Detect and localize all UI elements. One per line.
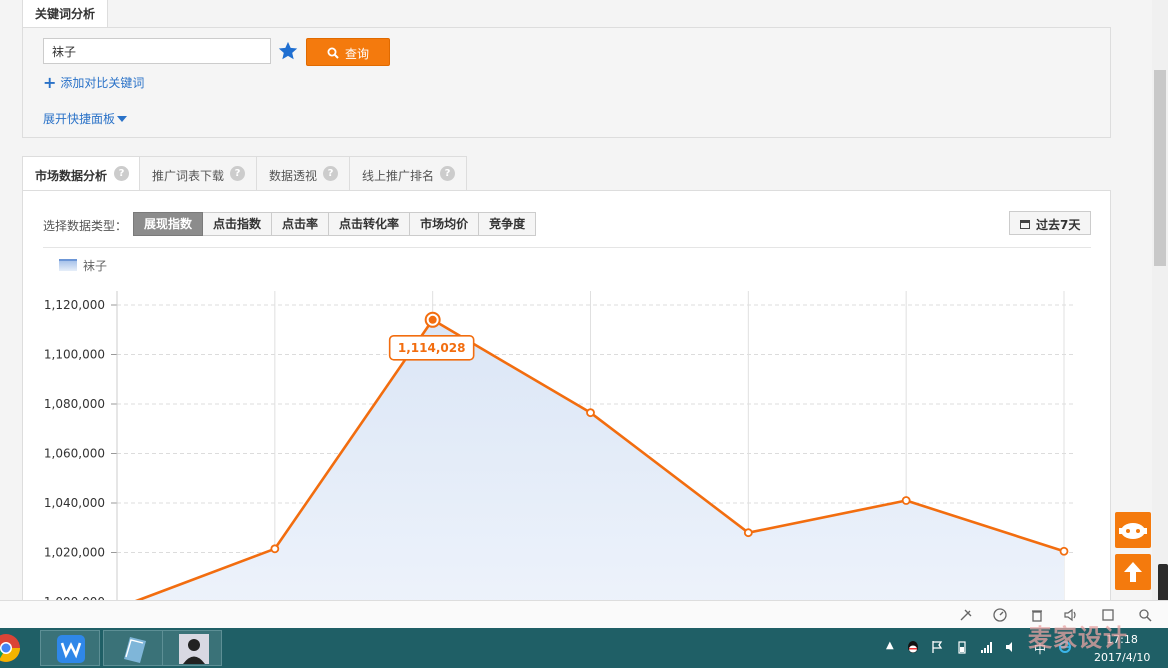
add-compare-label: 添加对比关键词 [60,76,145,90]
data-point [743,528,753,538]
back-to-top-button[interactable] [1115,554,1151,590]
tab-market-data[interactable]: 市场数据分析? [22,156,140,192]
tab-label: 市场数据分析 [35,169,108,183]
speaker-icon[interactable] [1004,640,1018,654]
scrollbar-thumb[interactable] [1154,70,1166,266]
tab-label: 线上推广排名 [362,169,435,183]
help-icon[interactable]: ? [440,166,455,181]
tab-keyword-analysis[interactable]: 关键词分析 [22,0,108,28]
star-icon[interactable] [277,40,299,62]
signal-icon[interactable] [980,640,994,654]
speed-icon[interactable] [992,607,1008,623]
y-tick-label: 1,060,000 [44,447,105,461]
impression-chart: 1,120,000 1,100,000 1,080,000 1,060,000 1,04… [44,291,1075,611]
y-tick-label: 1,080,000 [44,397,105,411]
market-data-panel: 选择数据类型： 展现指数 点击指数 点击率 点击转化率 市场均价 竞争度 过去7… [22,190,1111,611]
y-tick-label: 1,120,000 [44,298,105,312]
search-panel: 查询 +添加对比关键词 展开快捷面板 [22,27,1111,138]
caret-down-icon [117,116,128,122]
taskbar-wps-app[interactable] [40,630,100,666]
pin-icon[interactable] [958,607,974,623]
zoom-icon[interactable] [1137,607,1153,623]
help-icon[interactable]: ? [230,166,245,181]
qq-icon[interactable] [906,640,920,654]
tooltip-value: 1,114,028 [398,341,466,355]
flag-icon[interactable] [930,640,944,654]
chat-robot-icon [1119,523,1147,539]
windows-taskbar: ▲ 中 [0,628,1168,668]
tab-keyword-analysis-label: 关键词分析 [35,7,96,21]
notepad-icon [124,637,146,663]
keyword-input[interactable] [43,38,271,64]
tab-keyword-download[interactable]: 推广词表下载? [139,156,257,191]
add-compare-keyword-link[interactable]: + 添加对比关键词 [43,73,144,92]
tab-data-pivot[interactable]: 数据透视? [256,156,350,191]
expand-quick-panel-link[interactable]: 展开快捷面板 [43,110,128,127]
data-point [1059,546,1069,556]
taskbar-notepad-app[interactable] [103,630,163,666]
data-point [901,496,911,505]
y-tick-label: 1,020,000 [44,546,105,560]
expand-panel-label: 展开快捷面板 [43,112,116,126]
data-point [586,408,595,418]
arrow-up-icon [1124,562,1142,582]
y-tick-label: 1,040,000 [44,496,105,510]
battery-icon[interactable] [955,640,969,654]
y-tick-label: 1,100,000 [44,348,105,362]
tab-label: 推广词表下载 [152,169,225,183]
wps-icon [57,635,85,663]
chrome-icon[interactable] [0,632,22,664]
watermark: 麦家设计 [1028,624,1128,652]
tab-online-ranking[interactable]: 线上推广排名? [349,156,467,191]
query-button-label: 查询 [345,47,370,61]
avatar-icon [179,634,209,664]
customer-service-button[interactable] [1115,512,1151,548]
taskbar-media-app[interactable] [162,630,222,666]
help-icon[interactable]: ? [114,166,129,181]
plus-icon: + [43,73,57,92]
browser-status-bar [0,600,1168,628]
tray-expand-icon[interactable]: ▲ [886,640,900,654]
data-point-highlight-core [428,315,437,324]
search-icon [327,47,339,59]
query-button[interactable]: 查询 [306,38,390,66]
tab-label: 数据透视 [269,169,318,183]
help-icon[interactable]: ? [323,166,338,181]
data-point [270,544,280,554]
